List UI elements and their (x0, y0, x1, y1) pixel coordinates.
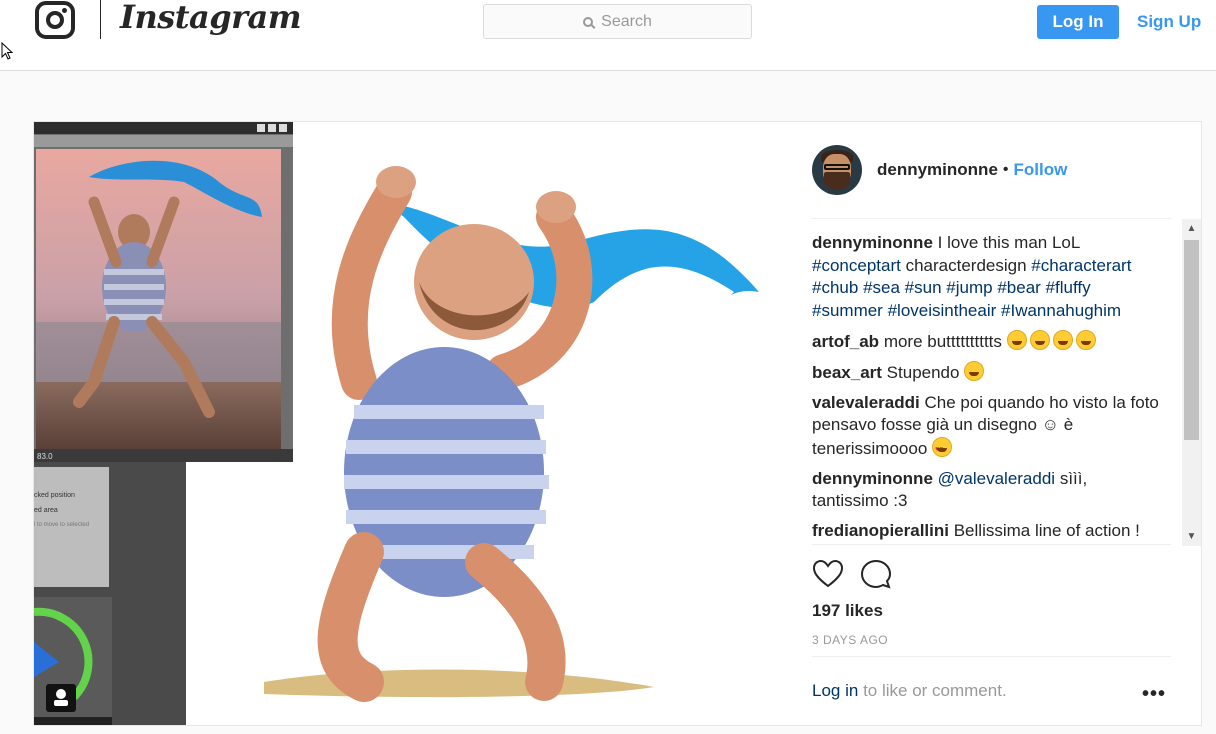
comment-item: fredianopierallini Bellissima line of ac… (812, 520, 1162, 543)
top-nav: Instagram Search Log In Sign Up (0, 0, 1216, 71)
instagram-camera-icon[interactable] (35, 1, 75, 39)
comment-item: beax_art Stupendo (812, 360, 1162, 385)
hashtag[interactable]: #fluffy (1046, 278, 1091, 297)
comment-username[interactable]: dennyminonne (812, 469, 933, 488)
hashtag[interactable]: #Iwannahughim (1001, 301, 1121, 320)
svg-text:ed area: ed area (34, 507, 58, 514)
comment-item: dennyminonne @valevaleraddi sììì, tantis… (812, 468, 1162, 513)
comment-username[interactable]: artof_ab (812, 332, 879, 351)
hashtag[interactable]: #sun (905, 278, 942, 297)
comment-text: more butttttttttts (883, 331, 1002, 351)
hashtag[interactable]: #summer (812, 301, 883, 320)
hashtag[interactable]: #jump (946, 278, 992, 297)
comments-list[interactable]: dennyminonne I love this man LoL #concep… (812, 232, 1162, 545)
post-image[interactable]: 83.0 cked position ed area l to move to … (34, 122, 783, 725)
header-divider (100, 0, 101, 39)
login-link[interactable]: Log in (812, 681, 858, 700)
post-author-username[interactable]: dennyminonne (877, 160, 998, 180)
scroll-thumb[interactable] (1184, 240, 1199, 440)
hashtag[interactable]: #chub (812, 278, 858, 297)
more-options-button[interactable]: ••• (1142, 683, 1166, 706)
scroll-down-arrow-icon[interactable]: ▼ (1182, 527, 1201, 546)
hashtag[interactable]: #characterart (1031, 256, 1131, 275)
caption-text: I love this man LoL (937, 233, 1080, 252)
comment-username[interactable]: valevaleraddi (812, 393, 920, 412)
svg-text:cked position: cked position (34, 492, 75, 499)
comment-username[interactable]: fredianopierallini (812, 521, 949, 540)
laughing-emoji-icon (1075, 329, 1096, 350)
comment-item: valevaleraddi Che poi quando ho visto la… (812, 392, 1162, 462)
hashtag[interactable]: #conceptart (812, 256, 901, 275)
hashtag[interactable]: #loveisintheair (888, 301, 997, 320)
mouse-cursor-icon (1, 42, 13, 60)
follow-button[interactable]: Follow (1014, 160, 1068, 180)
hashtag[interactable]: #bear (997, 278, 1040, 297)
caption-word: characterdesign (905, 255, 1027, 275)
post-details: dennyminonne • Follow dennyminonne I lov… (784, 122, 1203, 725)
svg-text:83.0: 83.0 (37, 452, 53, 461)
search-icon (583, 16, 594, 27)
likes-count[interactable]: 197 likes (812, 601, 883, 621)
post-timestamp[interactable]: 3 DAYS AGO (812, 633, 888, 647)
search-placeholder: Search (601, 12, 652, 30)
like-heart-icon[interactable] (812, 559, 844, 589)
login-button[interactable]: Log In (1037, 5, 1119, 39)
hashtag[interactable]: #sea (863, 278, 900, 297)
signup-link[interactable]: Sign Up (1137, 12, 1201, 32)
mention-link[interactable]: @valevaleraddi (938, 469, 1055, 488)
post-card: 83.0 cked position ed area l to move to … (33, 121, 1202, 726)
comment-username[interactable]: beax_art (812, 363, 882, 382)
heart-eyes-emoji-icon (932, 436, 953, 461)
laughing-emoji-icon (1029, 329, 1050, 350)
divider (812, 218, 1171, 219)
instagram-wordmark[interactable]: Instagram (120, 0, 302, 36)
laughing-emoji-icon (1052, 329, 1073, 350)
comment-text: Stupendo (886, 362, 960, 382)
scroll-up-arrow-icon[interactable]: ▲ (1182, 219, 1201, 238)
search-input[interactable]: Search (483, 4, 752, 39)
laughing-emoji-icon (964, 360, 985, 381)
post-header: dennyminonne • Follow (812, 144, 1067, 196)
divider (812, 656, 1171, 657)
comment-username[interactable]: dennyminonne (812, 233, 933, 252)
svg-text:l to move to selected: l to move to selected (34, 522, 89, 528)
separator-dot: • (1002, 161, 1009, 178)
avatar[interactable] (812, 145, 862, 195)
laughing-emoji-icon (1006, 329, 1027, 350)
divider (812, 544, 1171, 545)
caption: dennyminonne I love this man LoL #concep… (812, 232, 1162, 322)
post-artwork: 83.0 cked position ed area l to move to … (34, 122, 759, 725)
comment-text: Bellissima line of action ! (953, 521, 1140, 540)
comment-item: artof_ab more butttttttttts (812, 329, 1162, 354)
comment-bubble-icon[interactable] (860, 559, 892, 589)
login-prompt-text: to like or comment. (863, 681, 1007, 700)
comments-scrollbar[interactable]: ▲ ▼ (1182, 219, 1201, 546)
login-prompt: Log in to like or comment. (812, 681, 1007, 701)
